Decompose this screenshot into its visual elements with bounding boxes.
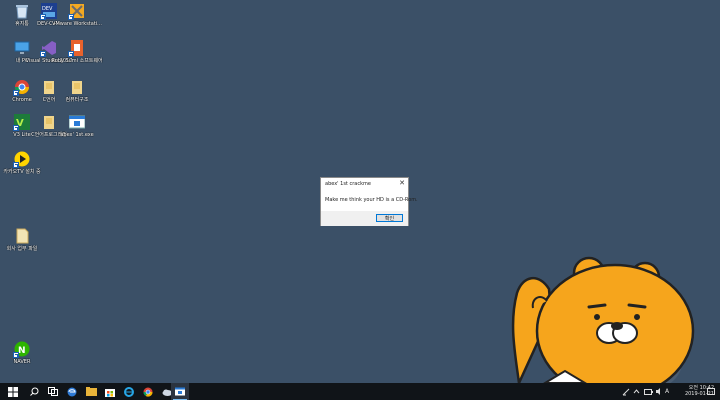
naver-icon: N — [13, 341, 30, 358]
dialog-message: Make me think your HD is a CD-Rom. — [325, 197, 418, 203]
ryan-character-wallpaper — [511, 256, 695, 383]
ruby-sumi-desktop-icon[interactable]: Ruby Sumi 소프트웨어 — [51, 40, 103, 64]
start-button[interactable] — [4, 383, 22, 400]
chrome-icon — [13, 79, 30, 96]
folder-icon — [69, 79, 85, 95]
taskbar-ie[interactable] — [121, 383, 137, 400]
taskbar-crackme-active[interactable] — [171, 383, 189, 400]
abex-exe-desktop-icon[interactable]: abex' 1st.exe — [60, 114, 94, 138]
input-language[interactable]: A — [665, 383, 669, 400]
network-icon — [622, 388, 630, 395]
speaker-icon — [656, 388, 660, 395]
recycle-bin-desktop-icon[interactable]: 휴지통 — [7, 3, 37, 27]
kakaotv-desktop-icon[interactable]: 카카오TV 설치 중 — [3, 151, 41, 175]
chrome-desktop-icon[interactable]: Chrome — [7, 79, 37, 103]
icon-label: 휴지통 — [15, 21, 29, 27]
icon-label: V3 Lite — [13, 132, 31, 138]
windows-logo-icon — [8, 386, 18, 397]
message-dialog: abex' 1st crackme ✕ Make me think your H… — [320, 177, 418, 226]
icon-label: NAVER — [13, 359, 31, 365]
application-window-icon — [175, 387, 185, 396]
v3-lite-icon: V — [13, 114, 30, 131]
taskbar-store[interactable] — [102, 383, 118, 400]
dialog-footer: 확인 — [321, 211, 408, 226]
chevron-up-icon — [633, 389, 640, 394]
icon-label: 카카오TV 설치 중 — [3, 169, 41, 175]
taskbar: A 오전 10:42 2019-01-21 — [0, 383, 720, 400]
search-button[interactable] — [26, 383, 42, 400]
vmware-icon — [68, 3, 85, 20]
recycle-bin-icon — [14, 3, 30, 19]
close-icon[interactable]: ✕ — [399, 179, 405, 187]
task-view-button[interactable] — [45, 383, 61, 400]
action-center-button[interactable] — [707, 383, 715, 400]
store-bag-icon — [105, 388, 115, 397]
application-window-icon — [68, 114, 86, 130]
chrome-icon — [143, 387, 153, 397]
tray-battery[interactable] — [644, 383, 653, 400]
folder-icon — [41, 114, 57, 130]
icon-label: Ruby Sumi 소프트웨어 — [51, 58, 103, 64]
dialog-title: abex' 1st crackme — [325, 181, 371, 187]
notification-icon — [707, 387, 715, 395]
folder-c-desktop-icon[interactable]: C언어 — [34, 79, 64, 103]
folder-arch-desktop-icon[interactable]: 컴퓨터구조 — [62, 79, 92, 103]
icon-label: VMware Workstati... — [52, 21, 102, 27]
icon-label: 컴퓨터구조 — [65, 97, 89, 103]
folder-icon — [85, 387, 97, 396]
ruby-sumi-icon — [68, 40, 85, 57]
taskbar-edge[interactable] — [64, 383, 80, 400]
svg-text:N: N — [18, 346, 26, 356]
folder-icon — [41, 79, 57, 95]
work-files-desktop-icon[interactable]: 회사 업무 파일 — [7, 228, 37, 252]
play-icon — [13, 151, 30, 168]
naver-desktop-icon[interactable]: N NAVER — [7, 341, 37, 365]
edge-icon — [67, 387, 77, 396]
task-view-icon — [48, 387, 58, 396]
monitor-icon — [14, 40, 30, 56]
tray-chevron[interactable] — [633, 383, 640, 400]
icon-label: Chrome — [12, 97, 32, 103]
vmware-desktop-icon[interactable]: VMware Workstati... — [52, 3, 102, 27]
desktop: 휴지통 DEV DEV-C++ VMware Workstati... 내 PC… — [0, 0, 720, 383]
tray-network[interactable] — [622, 383, 630, 400]
icon-label: abex' 1st.exe — [60, 132, 94, 138]
visual-studio-icon — [40, 40, 57, 57]
ok-button[interactable]: 확인 — [376, 214, 403, 222]
battery-icon — [644, 388, 653, 395]
search-icon — [29, 387, 38, 396]
taskbar-chrome[interactable] — [140, 383, 156, 400]
icon-label: 회사 업무 파일 — [6, 246, 38, 252]
internet-explorer-icon — [124, 386, 134, 397]
taskbar-file-explorer[interactable] — [83, 383, 99, 400]
icon-label: C언어 — [42, 97, 56, 103]
document-icon — [14, 228, 30, 244]
svg-text:DEV: DEV — [42, 6, 53, 12]
tray-volume[interactable] — [656, 383, 664, 400]
devcpp-icon: DEV — [40, 3, 57, 20]
